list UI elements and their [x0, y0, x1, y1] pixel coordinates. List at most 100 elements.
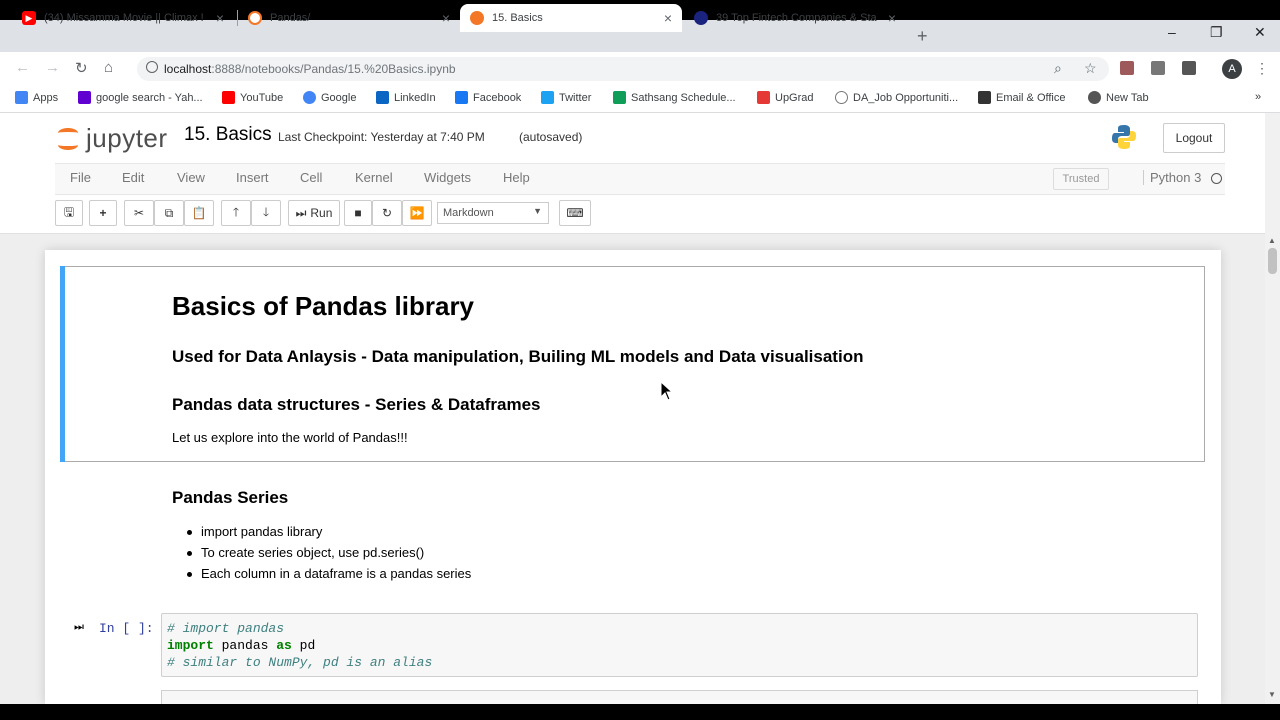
notebook-name[interactable]: 15. Basics [184, 124, 272, 146]
bookmark-item[interactable]: Twitter [541, 91, 591, 104]
selection-indicator [60, 266, 65, 462]
menu-widgets[interactable]: Widgets [424, 170, 471, 185]
run-cell-icon[interactable]: ⏭ [74, 621, 84, 634]
menu-file[interactable]: File [70, 170, 91, 185]
mouse-cursor-icon [660, 381, 674, 401]
list-item: To create series object, use pd.series() [187, 545, 471, 566]
twitter-icon [541, 91, 554, 104]
code-cell-editor[interactable] [161, 690, 1198, 704]
home-icon[interactable]: ⌂ [104, 59, 113, 76]
forward-icon[interactable]: → [45, 59, 60, 76]
logout-button[interactable]: Logout [1163, 123, 1225, 153]
restart-icon: ↻ [381, 206, 393, 220]
jupyter-logo-icon [58, 126, 80, 152]
jupyter-logo[interactable]: jupyter [58, 123, 168, 154]
arrow-up-icon: 🡑 [232, 204, 240, 219]
fast-forward-icon: ⏩ [409, 206, 425, 220]
bookmark-apps[interactable]: Apps [15, 91, 58, 104]
scrollbar-thumb[interactable] [1268, 248, 1277, 274]
close-tab-icon[interactable]: × [664, 10, 672, 26]
extension-icon[interactable] [1151, 61, 1165, 75]
checkpoint-status: Last Checkpoint: Yesterday at 7:40 PM [278, 130, 485, 144]
code-line: # import pandas [167, 621, 285, 636]
cell-type-select[interactable]: Markdown ▼ [437, 202, 549, 224]
scroll-down-icon[interactable]: ▼ [1268, 690, 1276, 699]
browser-tab-youtube[interactable]: ▶ (34) Missamma Movie || Climax ! × [12, 4, 234, 32]
jupyter-favicon-icon [470, 11, 484, 25]
scissors-icon: ✂ [133, 206, 145, 220]
chrome-menu-icon[interactable]: ⋮ [1255, 60, 1269, 77]
bookmark-item[interactable]: Facebook [455, 91, 521, 104]
trusted-indicator[interactable]: Trusted [1053, 168, 1109, 190]
restore-icon[interactable]: ❐ [1210, 24, 1223, 41]
heading-usage: Used for Data Anlaysis - Data manipulati… [172, 347, 864, 366]
menu-insert[interactable]: Insert [236, 170, 269, 185]
series-bullet-list: import pandas library To create series o… [187, 524, 471, 587]
minimize-icon[interactable]: – [1168, 24, 1176, 40]
browser-tab-fintech[interactable]: 39 Top Fintech Companies & Sta × [684, 4, 906, 32]
sheets-icon [613, 91, 626, 104]
bookmark-item[interactable]: LinkedIn [376, 91, 436, 104]
browser-tab-pandas[interactable]: Pandas/ × [238, 4, 460, 32]
page-scrollbar[interactable] [1265, 113, 1280, 704]
bookmark-item[interactable]: UpGrad [757, 91, 814, 104]
move-up-button[interactable]: 🡑 [221, 200, 251, 226]
paste-icon: 📋 [191, 206, 207, 220]
url-text[interactable]: localhost:8888/notebooks/Pandas/15.%20Ba… [164, 62, 456, 76]
stop-icon: ■ [354, 206, 362, 220]
bookmark-item[interactable]: google search - Yah... [78, 91, 203, 104]
browser-tab-basics[interactable]: 15. Basics × [460, 4, 682, 32]
bookmark-item[interactable]: DA_Job Opportuniti... [835, 91, 958, 104]
insert-cell-button[interactable]: + [89, 200, 117, 226]
menu-edit[interactable]: Edit [122, 170, 144, 185]
close-tab-icon[interactable]: × [888, 10, 896, 26]
menu-help[interactable]: Help [503, 170, 530, 185]
heading-basics: Basics of Pandas library [172, 291, 475, 321]
restart-button[interactable]: ↻ [372, 200, 402, 226]
youtube-icon: ▶ [22, 11, 36, 25]
cut-button[interactable]: ✂ [124, 200, 154, 226]
close-tab-icon[interactable]: × [216, 10, 224, 26]
run-button[interactable]: ⏭ Run [288, 200, 340, 226]
profile-avatar[interactable]: A [1222, 59, 1242, 79]
new-tab-button[interactable]: + [917, 26, 928, 47]
bookmark-item[interactable]: New Tab [1088, 91, 1149, 104]
menu-view[interactable]: View [177, 170, 205, 185]
command-palette-button[interactable]: ⌨ [559, 200, 591, 226]
youtube-icon [222, 91, 235, 104]
menu-bar [55, 163, 1225, 195]
zoom-search-icon[interactable]: ⌕ [1054, 60, 1062, 77]
scroll-up-icon[interactable]: ▲ [1268, 236, 1276, 245]
tab-title: 15. Basics [492, 12, 543, 24]
plus-icon: + [99, 206, 107, 220]
restart-run-all-button[interactable]: ⏩ [402, 200, 432, 226]
save-button[interactable]: 🖫 [55, 200, 83, 226]
bookmark-star-icon[interactable]: ☆ [1084, 60, 1097, 77]
apps-grid-icon [15, 91, 28, 104]
move-down-button[interactable]: 🡓 [251, 200, 281, 226]
menu-kernel[interactable]: Kernel [355, 170, 393, 185]
extension-icon[interactable] [1182, 61, 1196, 75]
jupyter-favicon-icon [248, 11, 262, 25]
back-icon[interactable]: ← [15, 59, 30, 76]
bookmark-item[interactable]: YouTube [222, 91, 283, 104]
extension-icon[interactable] [1120, 61, 1134, 75]
save-icon: 🖫 [63, 204, 75, 219]
interrupt-button[interactable]: ■ [344, 200, 372, 226]
upgrad-icon [757, 91, 770, 104]
bookmark-item[interactable]: Sathsang Schedule... [613, 91, 736, 104]
copy-button[interactable]: ⧉ [154, 200, 184, 226]
bookmark-item[interactable]: Google [303, 91, 356, 104]
autosave-status: (autosaved) [519, 130, 583, 144]
info-icon[interactable] [146, 61, 158, 73]
code-line: # similar to NumPy, pd is an alias [167, 655, 433, 670]
site-favicon-icon [694, 11, 708, 25]
bookmark-item[interactable]: Email & Office [978, 91, 1066, 104]
close-window-icon[interactable]: ✕ [1254, 24, 1266, 41]
google-icon [303, 91, 316, 104]
menu-cell[interactable]: Cell [300, 170, 322, 185]
paste-button[interactable]: 📋 [184, 200, 214, 226]
reload-icon[interactable]: ↻ [75, 59, 88, 77]
more-bookmarks-icon[interactable]: » [1255, 91, 1261, 103]
close-tab-icon[interactable]: × [442, 10, 450, 26]
